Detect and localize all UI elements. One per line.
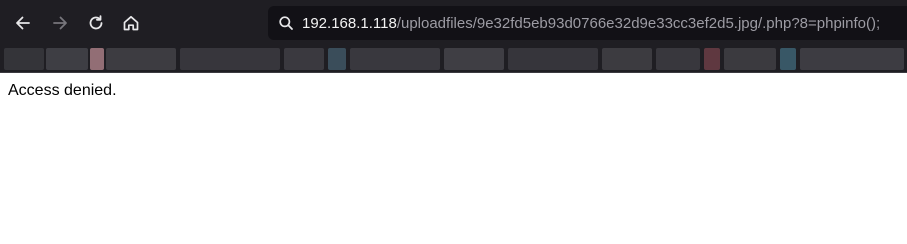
blurred-bookmark bbox=[724, 48, 776, 70]
bookmarks-bar-blurred bbox=[0, 46, 907, 73]
blurred-bookmark bbox=[350, 48, 440, 70]
browser-chrome: 192.168.1.118/uploadfiles/9e32fd5eb93d07… bbox=[0, 0, 907, 73]
page-content: Access denied. bbox=[0, 73, 907, 244]
blurred-bookmark bbox=[602, 48, 652, 70]
blurred-bookmark bbox=[46, 48, 88, 70]
home-icon bbox=[122, 14, 140, 32]
blurred-bookmark bbox=[90, 48, 104, 70]
blurred-bookmark bbox=[284, 48, 324, 70]
browser-toolbar: 192.168.1.118/uploadfiles/9e32fd5eb93d07… bbox=[0, 0, 907, 46]
home-button[interactable] bbox=[118, 10, 144, 36]
blurred-bookmark bbox=[180, 48, 280, 70]
url-text[interactable]: 192.168.1.118/uploadfiles/9e32fd5eb93d07… bbox=[302, 15, 880, 32]
blurred-bookmark bbox=[656, 48, 700, 70]
back-button[interactable] bbox=[10, 10, 36, 36]
arrow-right-icon bbox=[51, 14, 69, 32]
blurred-bookmark bbox=[704, 48, 720, 70]
url-path: /uploadfiles/9e32fd5eb93d0766e32d9e33cc3… bbox=[396, 14, 881, 32]
forward-button[interactable] bbox=[47, 10, 73, 36]
blurred-bookmark bbox=[508, 48, 598, 70]
search-icon bbox=[276, 13, 296, 33]
reload-icon bbox=[87, 14, 105, 32]
blurred-bookmark bbox=[328, 48, 346, 70]
blurred-bookmark bbox=[800, 48, 904, 70]
url-host: 192.168.1.118 bbox=[302, 14, 397, 32]
blurred-bookmark bbox=[106, 48, 176, 70]
address-bar[interactable]: 192.168.1.118/uploadfiles/9e32fd5eb93d07… bbox=[268, 6, 907, 40]
access-denied-message: Access denied. bbox=[8, 82, 117, 99]
reload-button[interactable] bbox=[83, 10, 109, 36]
blurred-bookmark bbox=[780, 48, 796, 70]
blurred-bookmark bbox=[444, 48, 504, 70]
blurred-bookmark bbox=[4, 48, 44, 70]
arrow-left-icon bbox=[14, 14, 32, 32]
